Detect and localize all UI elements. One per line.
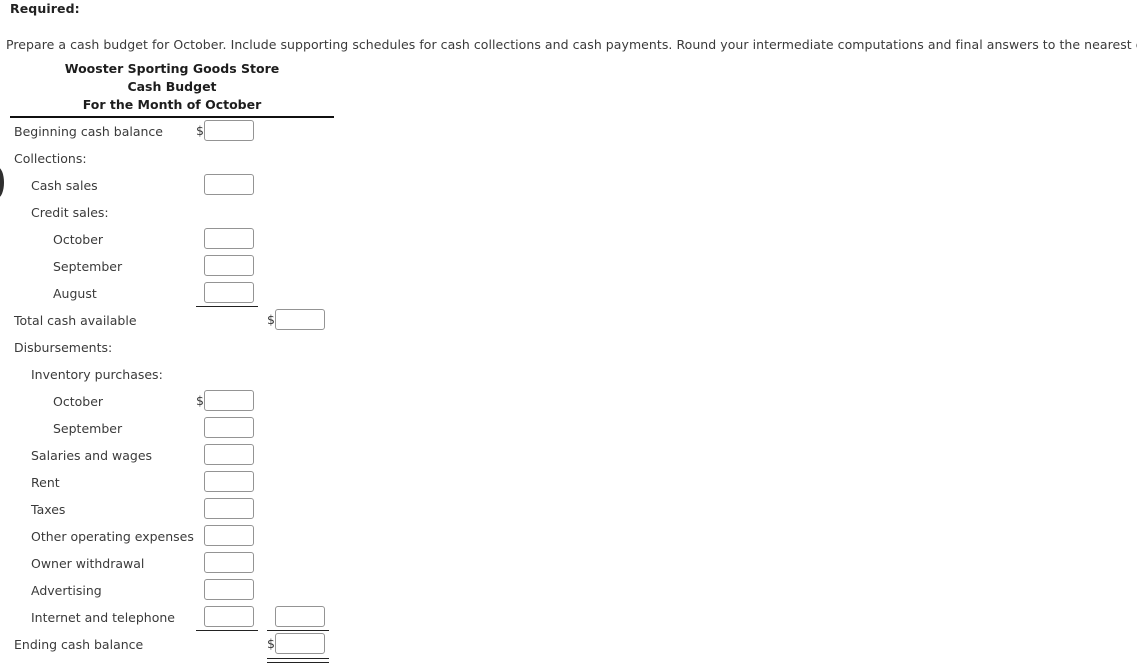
grand-total-double-rule — [267, 658, 329, 663]
table-row: Owner withdrawal — [0, 550, 360, 577]
required-heading: Required: — [10, 1, 80, 16]
cell-beginning-cash-balance — [204, 120, 254, 143]
cell-taxes — [204, 498, 254, 521]
input-total-cash-available[interactable] — [275, 309, 325, 330]
input-total-disbursements[interactable] — [275, 606, 325, 627]
cell-internet-and-telephone — [204, 606, 254, 629]
input-beginning-cash-balance[interactable] — [204, 120, 254, 141]
row-label: Salaries and wages — [31, 448, 153, 463]
cell-advertising — [204, 579, 254, 602]
row-label: Cash sales — [31, 178, 98, 193]
table-row: October — [0, 226, 360, 253]
cell-credit-sales-august — [204, 282, 254, 305]
input-cash-sales[interactable] — [204, 174, 254, 195]
cell-other-operating-expenses — [204, 525, 254, 548]
row-label: Owner withdrawal — [31, 556, 145, 571]
cell-credit-sales-october — [204, 228, 254, 251]
cash-budget-table: Wooster Sporting Goods Store Cash Budget… — [0, 60, 360, 663]
table-row: Salaries and wages — [0, 442, 360, 469]
cell-owner-withdrawal — [204, 552, 254, 575]
statement-report: Cash Budget — [127, 79, 217, 94]
row-label: Beginning cash balance — [14, 124, 163, 139]
table-row: Credit sales: — [0, 199, 360, 226]
table-row: Disbursements: — [0, 334, 360, 361]
table-row: Collections: — [0, 145, 360, 172]
input-advertising[interactable] — [204, 579, 254, 600]
currency-symbol: $ — [267, 636, 275, 651]
input-credit-sales-september[interactable] — [204, 255, 254, 276]
table-row: Ending cash balance $ — [0, 631, 360, 663]
table-row: Other operating expenses — [0, 523, 360, 550]
row-label: Credit sales: — [31, 205, 109, 220]
input-other-operating-expenses[interactable] — [204, 525, 254, 546]
cell-inventory-september — [204, 417, 254, 440]
row-label: Total cash available — [14, 313, 137, 328]
statement-company: Wooster Sporting Goods Store — [64, 61, 280, 76]
input-inventory-september[interactable] — [204, 417, 254, 438]
table-row: Inventory purchases: — [0, 361, 360, 388]
input-salaries-and-wages[interactable] — [204, 444, 254, 465]
currency-symbol: $ — [267, 312, 275, 327]
input-taxes[interactable] — [204, 498, 254, 519]
row-label: September — [53, 259, 123, 274]
currency-symbol: $ — [196, 393, 204, 408]
table-row: Taxes — [0, 496, 360, 523]
table-row: September — [0, 415, 360, 442]
row-label: October — [53, 232, 104, 247]
currency-symbol: $ — [196, 123, 204, 138]
row-label: Other operating expenses — [31, 529, 194, 544]
cell-credit-sales-september — [204, 255, 254, 278]
row-label: August — [53, 286, 97, 301]
cell-salaries-and-wages — [204, 444, 254, 467]
input-owner-withdrawal[interactable] — [204, 552, 254, 573]
table-row: Total cash available $ — [0, 307, 360, 334]
table-row: Rent — [0, 469, 360, 496]
input-inventory-october[interactable] — [204, 390, 254, 411]
row-label: October — [53, 394, 104, 409]
input-credit-sales-august[interactable] — [204, 282, 254, 303]
row-label: Advertising — [31, 583, 102, 598]
row-label: Inventory purchases: — [31, 367, 163, 382]
row-label: Rent — [31, 475, 60, 490]
cell-total-disbursements — [275, 606, 325, 629]
input-internet-and-telephone[interactable] — [204, 606, 254, 627]
table-row: Beginning cash balance $ — [0, 118, 360, 145]
table-row: August — [0, 280, 360, 307]
cell-cash-sales — [204, 174, 254, 197]
table-row: October $ — [0, 388, 360, 415]
instruction-text: Prepare a cash budget for October. Inclu… — [6, 37, 1137, 52]
input-rent[interactable] — [204, 471, 254, 492]
cell-rent — [204, 471, 254, 494]
row-label: September — [53, 421, 123, 436]
row-label: Ending cash balance — [14, 637, 144, 652]
input-credit-sales-october[interactable] — [204, 228, 254, 249]
table-row: September — [0, 253, 360, 280]
statement-period: For the Month of October — [82, 97, 262, 112]
cell-ending-cash-balance — [275, 633, 325, 656]
row-label: Internet and telephone — [31, 610, 175, 625]
input-ending-cash-balance[interactable] — [275, 633, 325, 654]
row-label: Collections: — [14, 151, 87, 166]
row-label: Disbursements: — [14, 340, 113, 355]
row-label: Taxes — [31, 502, 66, 517]
table-row: Cash sales — [0, 172, 360, 199]
table-row: Advertising — [0, 577, 360, 604]
cell-total-cash-available — [275, 309, 325, 332]
cell-inventory-october — [204, 390, 254, 413]
table-row: Internet and telephone — [0, 604, 360, 631]
